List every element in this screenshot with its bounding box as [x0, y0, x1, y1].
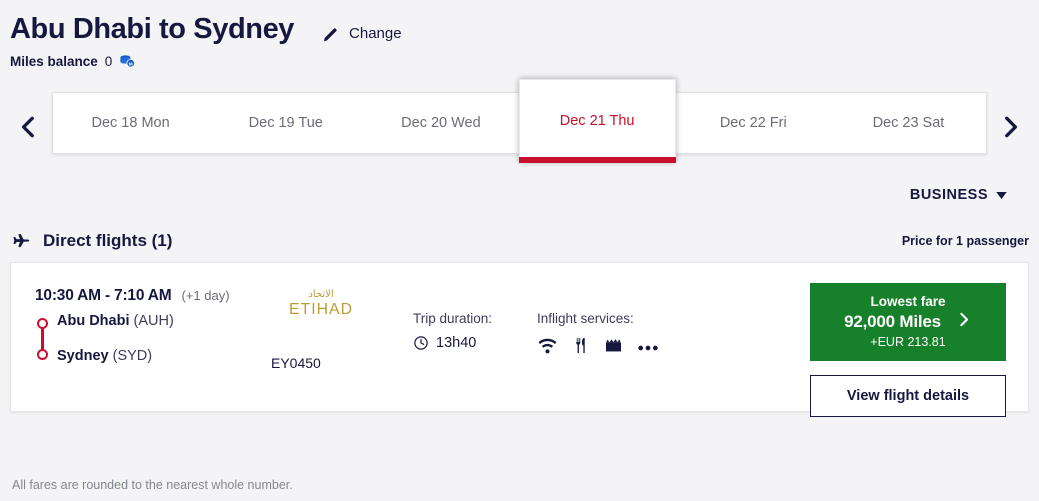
- destination-row: Sydney (SYD): [57, 349, 261, 364]
- price-passenger-note: Price for 1 passenger: [901, 233, 1029, 248]
- date-tab-5[interactable]: Dec 23 Sat: [831, 93, 986, 153]
- trip-duration-value: 13h40: [436, 334, 477, 351]
- destination-code: (SYD): [112, 348, 153, 365]
- flight-times-column: 10:30 AM - 7:10 AM (+1 day) Abu Dhabi (A…: [11, 263, 261, 364]
- svg-text:M: M: [129, 61, 133, 67]
- results-heading: Direct flights (1): [43, 230, 173, 250]
- page-title: Abu Dhabi to Sydney: [10, 13, 295, 45]
- fare-miles-row: 92,000 Miles: [844, 311, 972, 333]
- chevron-right-icon: [955, 311, 972, 333]
- chevron-right-icon: [997, 114, 1023, 145]
- date-tab-4[interactable]: Dec 22 Fri: [676, 93, 831, 153]
- inflight-services-label: Inflight services:: [537, 310, 634, 326]
- date-tab-3-selected[interactable]: Dec 21 Thu: [518, 78, 676, 163]
- fare-column: Lowest fare 92,000 Miles +EUR 213.81 Vie…: [810, 282, 1006, 417]
- origin-row: Abu Dhabi (AUH): [57, 314, 261, 329]
- airline-column: الاتحاد ETIHAD EY0450: [261, 263, 381, 371]
- more-services-icon[interactable]: [637, 339, 659, 357]
- cabin-class-selector[interactable]: BUSINESS: [0, 186, 1039, 204]
- change-label: Change: [349, 25, 402, 43]
- svg-text:ETIHAD: ETIHAD: [289, 301, 353, 318]
- inflight-services-icons: [537, 336, 706, 360]
- flight-search-results-page: Abu Dhabi to Sydney Change Miles balance…: [0, 0, 1039, 501]
- date-tab-label: Dec 20 Wed: [401, 114, 481, 131]
- date-tab-1[interactable]: Dec 19 Tue: [208, 93, 363, 153]
- entertainment-icon: [603, 336, 624, 360]
- trip-duration-label: Trip duration:: [413, 310, 493, 326]
- date-tabs: Dec 18 Mon Dec 19 Tue Dec 20 Wed Dec 21 …: [52, 78, 987, 163]
- svg-text:الاتحاد: الاتحاد: [308, 289, 333, 300]
- select-fare-button[interactable]: Lowest fare 92,000 Miles +EUR 213.81: [810, 282, 1006, 361]
- fare-cash-amount: +EUR 213.81: [870, 334, 946, 349]
- destination-dot-icon: [36, 348, 48, 360]
- miles-balance-value: 0: [104, 53, 113, 69]
- flight-number: EY0450: [271, 354, 321, 371]
- date-tab-0[interactable]: Dec 18 Mon: [53, 93, 208, 153]
- flight-time-row: 10:30 AM - 7:10 AM (+1 day): [35, 287, 261, 305]
- date-tab-label: Dec 18 Mon: [91, 114, 170, 131]
- date-tab-label: Dec 19 Tue: [248, 114, 323, 131]
- miles-balance-label: Miles balance: [10, 53, 98, 69]
- view-flight-details-button[interactable]: View flight details: [810, 374, 1006, 417]
- date-selector: Dec 18 Mon Dec 19 Tue Dec 20 Wed Dec 21 …: [0, 78, 1039, 168]
- meal-icon: [571, 336, 590, 360]
- chevron-down-icon: [996, 186, 1007, 204]
- origin-city: Abu Dhabi: [57, 312, 130, 329]
- pencil-icon: [322, 25, 340, 43]
- date-tab-label: Dec 21 Thu: [559, 113, 635, 130]
- flight-route: Abu Dhabi (AUH) Sydney (SYD): [35, 314, 261, 364]
- next-dates-button[interactable]: [995, 115, 1025, 145]
- flight-day-offset: (+1 day): [181, 287, 230, 303]
- selected-date-indicator: [518, 156, 676, 163]
- wifi-icon: [537, 336, 558, 360]
- trip-duration-value-row: 13h40: [413, 335, 531, 351]
- destination-city: Sydney: [57, 348, 109, 365]
- fares-disclaimer: All fares are rounded to the nearest who…: [12, 478, 293, 492]
- clock-icon: [413, 335, 429, 351]
- date-tab-2[interactable]: Dec 20 Wed: [363, 93, 518, 153]
- route-heading-row: Abu Dhabi to Sydney Change: [10, 13, 1039, 46]
- cabin-class-label: BUSINESS: [909, 186, 988, 203]
- flight-result-card[interactable]: 10:30 AM - 7:10 AM (+1 day) Abu Dhabi (A…: [10, 261, 1029, 417]
- origin-dot-icon: [36, 317, 48, 329]
- date-tab-label: Dec 22 Fri: [719, 114, 787, 131]
- origin-code: (AUH): [133, 312, 174, 329]
- flight-times: 10:30 AM - 7:10 AM: [35, 286, 172, 304]
- trip-duration-column: Trip duration: 13h40: [381, 263, 531, 351]
- chevron-left-icon: [16, 114, 42, 145]
- fare-label: Lowest fare: [870, 293, 946, 309]
- results-header: Direct flights (1) Price for 1 passenger: [0, 230, 1039, 252]
- etihad-logo: الاتحاد ETIHAD: [271, 285, 381, 326]
- previous-dates-button[interactable]: [14, 115, 44, 145]
- miles-coins-icon: M: [119, 53, 136, 70]
- miles-balance-row: Miles balance 0 M: [10, 53, 1039, 70]
- date-tab-label: Dec 23 Sat: [872, 114, 945, 131]
- page-header: Abu Dhabi to Sydney Change Miles balance…: [0, 0, 1039, 70]
- airplane-icon: [10, 230, 32, 252]
- results-title-group: Direct flights (1): [10, 230, 172, 252]
- change-search-button[interactable]: Change: [322, 25, 402, 43]
- fare-miles-amount: 92,000 Miles: [844, 311, 941, 331]
- inflight-services-column: Inflight services:: [531, 263, 706, 360]
